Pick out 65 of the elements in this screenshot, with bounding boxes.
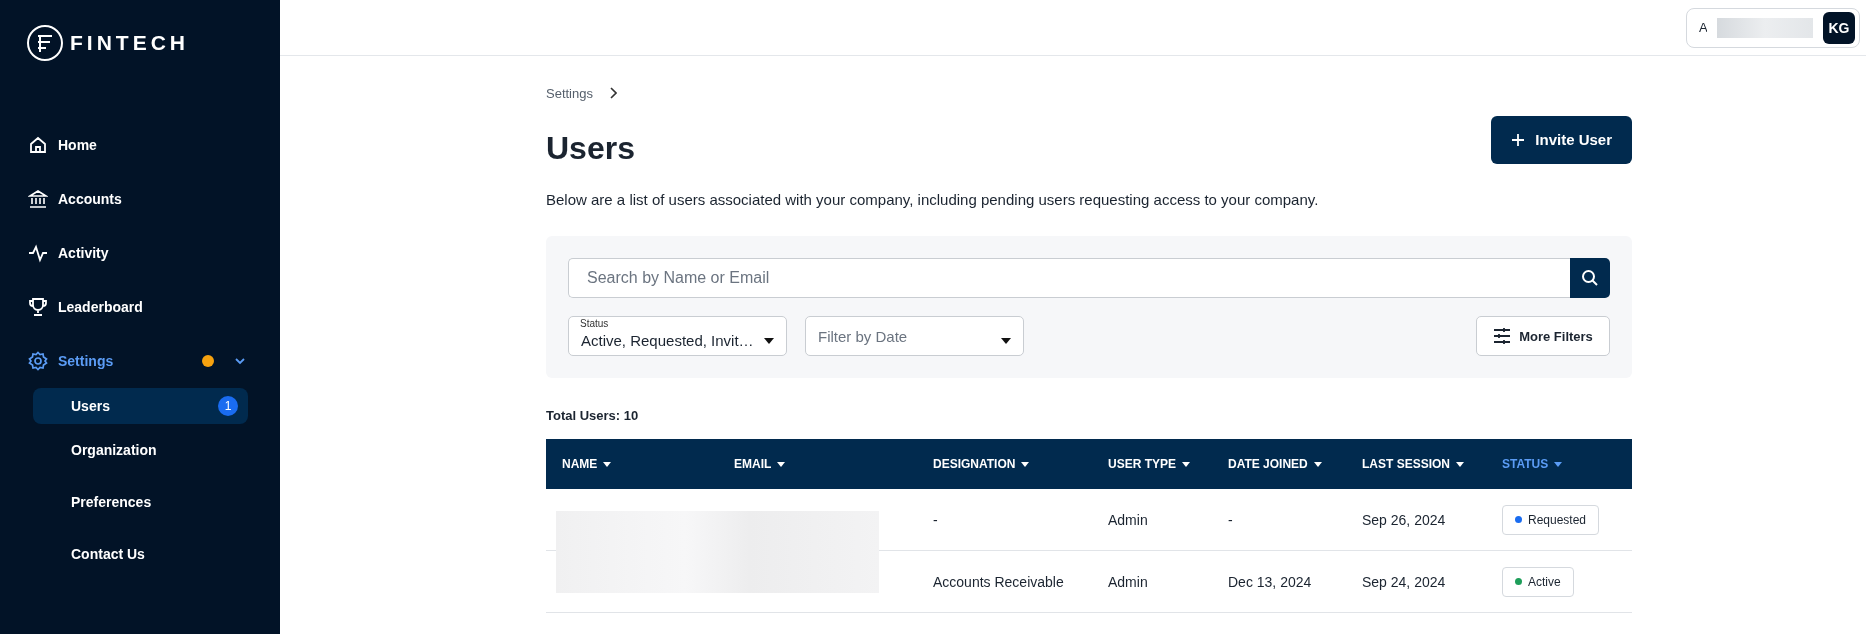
field-label: Status [580, 318, 609, 329]
sort-caret-icon [1456, 461, 1464, 467]
trophy-icon [28, 297, 48, 317]
sidebar-item[interactable]: Activity [28, 226, 248, 280]
table-cell: Dec 13, 2024 [1228, 573, 1312, 590]
dropdown-caret-icon [764, 337, 774, 344]
table-cell: - [1228, 511, 1233, 528]
logo-icon [26, 24, 64, 62]
sidebar-subitem-label: Users [71, 398, 110, 414]
dropdown-placeholder: Filter by Date [818, 327, 908, 345]
user-avatar: KG [1823, 11, 1855, 44]
table-cell: Accounts Receivable [933, 573, 1064, 590]
chevron-icon [609, 87, 617, 99]
count-badge: 1 [218, 396, 238, 416]
pulse-icon [28, 243, 48, 263]
sidebar-subitem[interactable]: Users 1 [33, 388, 248, 424]
date-dropdown[interactable]: Filter by Date [805, 316, 1024, 356]
sort-caret-icon [603, 461, 612, 467]
more-filters-button[interactable]: More Filters [1476, 316, 1610, 356]
sort-caret-icon [1182, 461, 1190, 467]
sidebar-subitem[interactable]: Contact Us [33, 536, 248, 572]
column-label: NAME [562, 457, 598, 471]
page-title: Users [546, 130, 635, 167]
status-label: Requested [1528, 512, 1587, 527]
page-description: Below are a list of users associated with your company, including pending users requesting access to your company. [546, 191, 1320, 208]
column-header[interactable]: EMAIL [734, 457, 786, 471]
search-field[interactable]: Search by Name or Email [568, 258, 1570, 298]
table-cell: Admin [1108, 511, 1148, 528]
sliders-icon [1493, 328, 1512, 344]
dropdown-caret-icon [1001, 337, 1011, 344]
table-cell: Sep 26, 2024 [1362, 511, 1446, 528]
status-dropdown[interactable]: Status Active, Requested, Invit… [568, 316, 787, 356]
settings-icon [28, 351, 48, 371]
sort-caret-icon [1313, 461, 1322, 467]
column-header[interactable]: USER TYPE [1108, 457, 1190, 471]
sidebar-item[interactable]: Accounts [28, 172, 248, 226]
table-cell: Admin [1108, 573, 1148, 590]
sidebar-item[interactable]: Leaderboard [28, 280, 248, 334]
sidebar-item[interactable]: Home [28, 118, 248, 172]
account-menu[interactable]: A KG [1686, 7, 1860, 48]
search-button[interactable] [1570, 258, 1610, 298]
sidebar-item[interactable]: Settings [28, 334, 248, 388]
column-header[interactable]: STATUS [1502, 457, 1563, 471]
account-name: A [1699, 20, 1707, 35]
search-icon [1581, 269, 1599, 287]
bank-icon [28, 189, 48, 209]
sort-caret-icon [1554, 461, 1563, 467]
column-label: EMAIL [734, 457, 772, 471]
column-label: STATUS [1502, 457, 1549, 471]
sort-caret-icon [1021, 461, 1030, 467]
total-users-count: Total Users: 10 [546, 408, 640, 423]
sort-caret-icon [777, 461, 786, 467]
logo-text: FINTECH [70, 31, 189, 55]
plus-icon [1511, 132, 1526, 147]
column-header[interactable]: NAME [562, 457, 612, 471]
status-label: Active [1528, 574, 1561, 589]
sidebar-subitem[interactable]: Preferences [33, 484, 248, 520]
invite-user-button[interactable]: Invite User [1491, 115, 1632, 164]
sidebar-subitem[interactable]: Organization [33, 432, 248, 468]
table-cell: Sep 24, 2024 [1362, 573, 1446, 590]
table-cell: - [933, 511, 938, 528]
breadcrumb-link[interactable]: Settings [546, 85, 593, 101]
column-label: USER TYPE [1108, 457, 1176, 471]
dropdown-value: Active, Requested, Invit… [581, 332, 754, 349]
home-icon [28, 135, 48, 155]
